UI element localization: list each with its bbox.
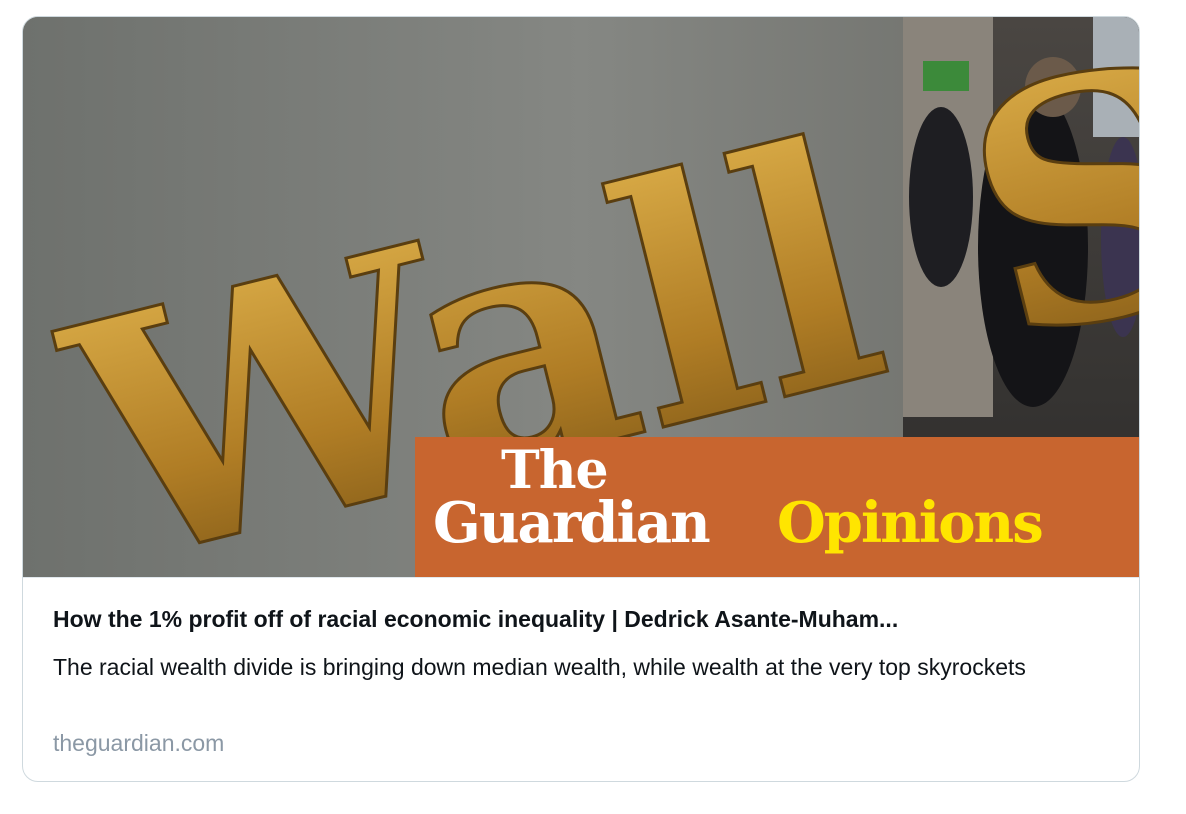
link-preview-card[interactable]: Wall Street The Guardian Opinions How th… [22, 16, 1140, 782]
article-title[interactable]: How the 1% profit off of racial economic… [53, 606, 1103, 633]
card-meta[interactable]: How the 1% profit off of racial economic… [23, 577, 1139, 781]
source-domain: theguardian.com [53, 730, 225, 756]
guardian-opinions-banner: The Guardian Opinions [415, 437, 1139, 577]
article-description: The racial wealth divide is bringing dow… [53, 654, 1026, 680]
preview-image[interactable]: Wall Street The Guardian Opinions [23, 17, 1139, 577]
logo-guardian: Guardian [433, 490, 711, 556]
logo-opinions: Opinions [777, 490, 1044, 556]
